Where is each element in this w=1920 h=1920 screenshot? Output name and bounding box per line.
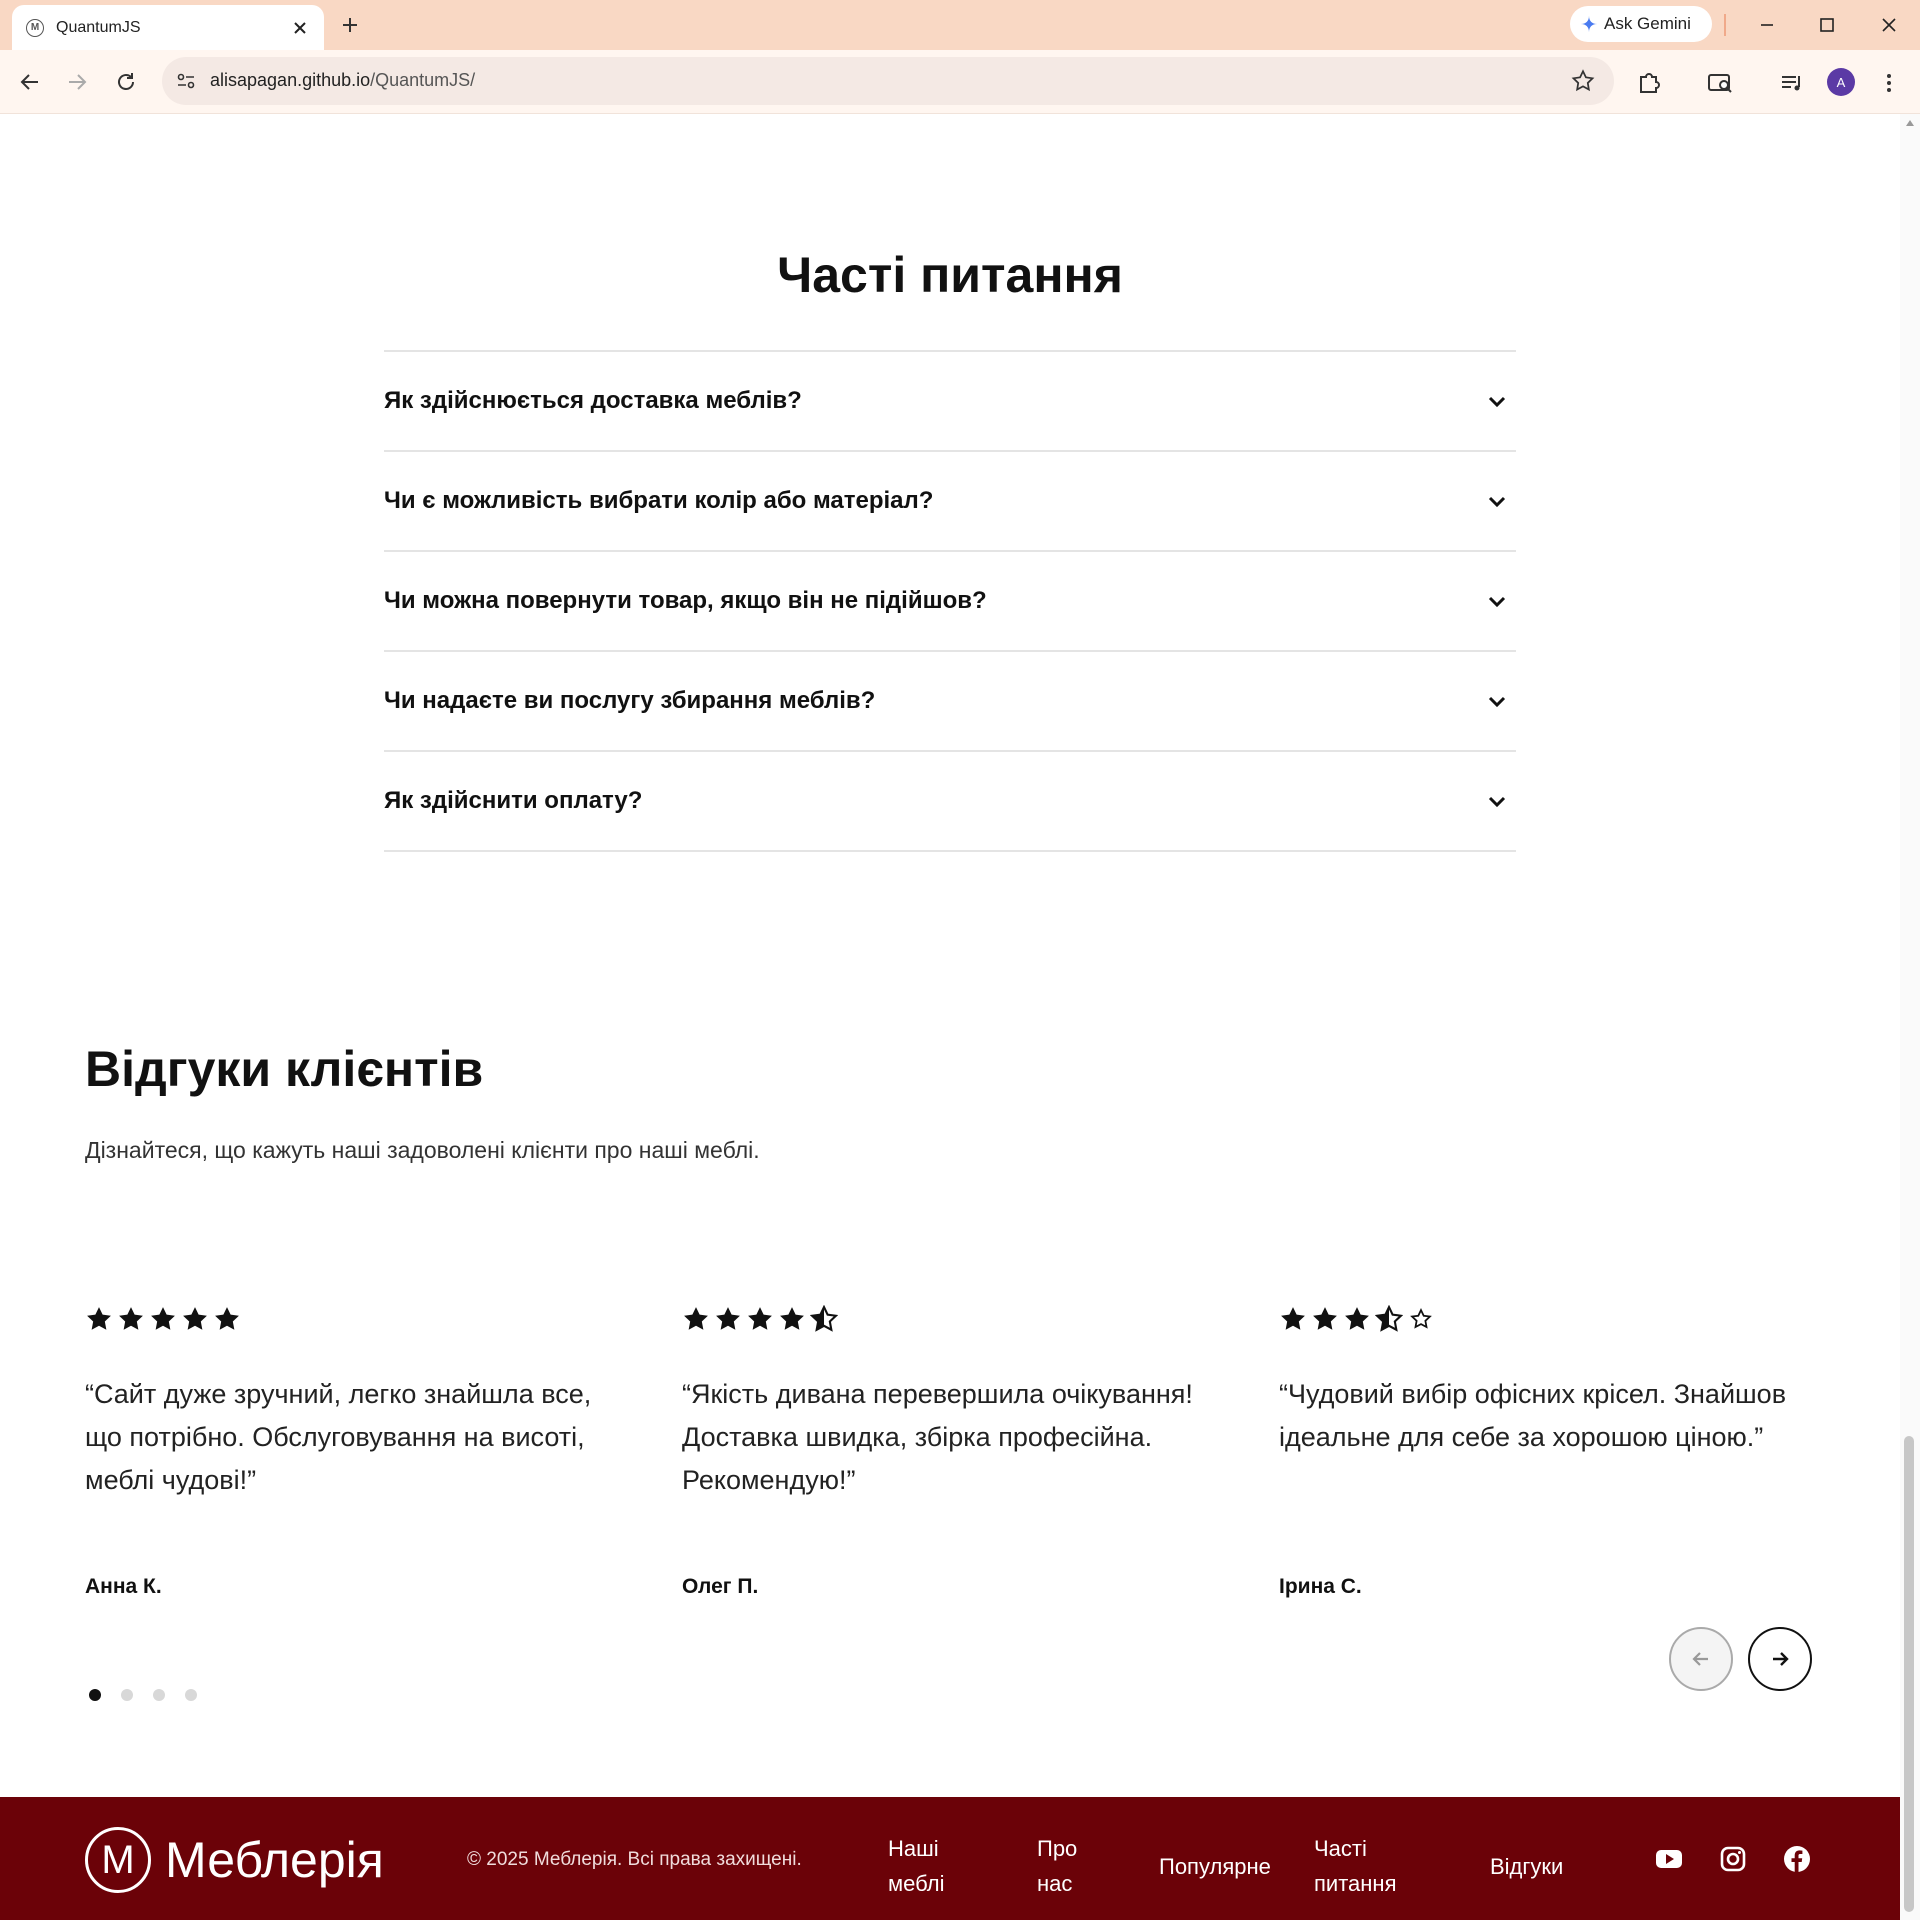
review-quote: “Сайт дуже зручний, легко знайшла все, щ… — [85, 1379, 592, 1495]
footer-nav-faq[interactable]: Часті питання — [1314, 1831, 1404, 1901]
faq-title: Часті питання — [777, 247, 1123, 303]
star-full-icon — [119, 1307, 143, 1330]
pagination-dot[interactable] — [89, 1689, 101, 1701]
faq-item[interactable]: Чи можна повернути товар, якщо він не пі… — [384, 552, 1516, 652]
faq-item[interactable]: Як здійснити оплату? — [384, 752, 1516, 852]
scrollbar-thumb[interactable] — [1904, 1436, 1914, 1912]
reviews-title: Відгуки клієнтів — [85, 1041, 484, 1097]
review-author: Ірина С. — [1279, 1575, 1362, 1598]
review-author: Анна К. — [85, 1575, 162, 1598]
tab-title: QuantumJS — [56, 18, 141, 36]
star-full-icon — [151, 1307, 175, 1330]
star-empty-icon — [1410, 1308, 1432, 1329]
youtube-icon[interactable] — [1654, 1844, 1684, 1874]
gemini-sparkle-icon — [1580, 15, 1598, 33]
url-text: alisapagan.github.io/QuantumJS/ — [210, 70, 475, 91]
faq-question: Як здійснюється доставка меблів? — [384, 387, 802, 414]
review-card: “Чудовий вибір офісних крісел. Знайшов і… — [1279, 1305, 1799, 1598]
footer-nav-about[interactable]: Про нас — [1037, 1831, 1097, 1901]
faq-question: Чи надаєте ви послугу збирання меблів? — [384, 687, 876, 714]
star-rating — [682, 1305, 1202, 1337]
star-half-icon — [810, 1305, 838, 1332]
footer-nav-our-furniture[interactable]: Наші меблі — [888, 1831, 968, 1901]
browser-toolbar: alisapagan.github.io/QuantumJS/ — [0, 50, 1920, 114]
reviews-subtitle: Дізнайтеся, що кажуть наші задоволені кл… — [85, 1137, 760, 1163]
footer-nav-popular[interactable]: Популярне — [1159, 1849, 1271, 1884]
reload-icon[interactable] — [113, 69, 139, 95]
star-rating — [85, 1305, 605, 1337]
pagination-dot[interactable] — [153, 1689, 165, 1701]
address-bar[interactable]: alisapagan.github.io/QuantumJS/ — [162, 57, 1614, 105]
bookmark-star-icon[interactable] — [1570, 68, 1596, 94]
faq-item[interactable]: Чи надаєте ви послугу збирання меблів? — [384, 652, 1516, 752]
chevron-down-icon — [1488, 496, 1506, 508]
star-half-icon — [1375, 1305, 1403, 1332]
star-full-icon — [183, 1307, 207, 1330]
more-menu-icon[interactable] — [1875, 69, 1903, 97]
chevron-down-icon — [1488, 796, 1506, 808]
logo-text: Меблерія — [165, 1832, 384, 1888]
close-window-icon[interactable] — [1876, 12, 1902, 38]
star-rating — [1279, 1305, 1799, 1337]
ask-gemini-label: Ask Gemini — [1604, 14, 1691, 33]
pagination-dot[interactable] — [185, 1689, 197, 1701]
review-quote: “Якість дивана перевершила очікування! Д… — [682, 1379, 1193, 1495]
carousel-next-button[interactable] — [1748, 1627, 1812, 1691]
media-controls-icon[interactable] — [1778, 69, 1806, 97]
star-full-icon — [716, 1307, 740, 1330]
facebook-icon[interactable] — [1782, 1844, 1812, 1874]
logo-mark-icon: M — [85, 1827, 151, 1893]
back-icon[interactable] — [17, 69, 43, 95]
maximize-icon[interactable] — [1814, 12, 1840, 38]
star-full-icon — [87, 1307, 111, 1330]
chevron-down-icon — [1488, 396, 1506, 408]
faq-accordion: Як здійснюється доставка меблів? Чи є мо… — [384, 350, 1516, 852]
footer-logo[interactable]: M Меблерія — [85, 1827, 384, 1893]
extensions-icon[interactable] — [1635, 69, 1663, 97]
review-quote: “Чудовий вибір офісних крісел. Знайшов і… — [1279, 1379, 1787, 1452]
review-card: “Якість дивана перевершила очікування! Д… — [682, 1305, 1202, 1598]
arrow-right-icon — [1773, 1652, 1789, 1666]
star-full-icon — [748, 1307, 772, 1330]
url-path: /QuantumJS/ — [370, 70, 476, 90]
favicon-icon: M — [26, 18, 44, 37]
faq-item[interactable]: Чи є можливість вибрати колір або матері… — [384, 452, 1516, 552]
browser-tab-bar: M QuantumJS Ask Gemini — [0, 0, 1920, 50]
faq-question: Чи можна повернути товар, якщо він не пі… — [384, 587, 987, 614]
chevron-down-icon — [1488, 696, 1506, 708]
star-full-icon — [1345, 1307, 1369, 1330]
new-tab-icon[interactable] — [338, 13, 362, 37]
star-full-icon — [1281, 1307, 1305, 1330]
faq-question: Як здійснити оплату? — [384, 787, 643, 814]
star-full-icon — [215, 1307, 239, 1330]
chevron-down-icon — [1488, 596, 1506, 608]
site-info-icon[interactable] — [174, 69, 198, 93]
review-card: “Сайт дуже зручний, легко знайшла все, щ… — [85, 1305, 605, 1598]
copyright-text: © 2025 Меблерія. Всі права захищені. — [467, 1849, 802, 1870]
star-full-icon — [1313, 1307, 1337, 1330]
pagination-dot[interactable] — [121, 1689, 133, 1701]
arrow-left-icon — [1692, 1652, 1708, 1666]
minimize-icon[interactable] — [1754, 12, 1780, 38]
site-footer: M Меблерія © 2025 Меблерія. Всі права за… — [0, 1797, 1900, 1920]
star-full-icon — [780, 1307, 804, 1330]
star-full-icon — [684, 1307, 708, 1330]
scroll-up-arrow-icon[interactable] — [1905, 118, 1915, 128]
cast-search-icon[interactable] — [1706, 69, 1734, 97]
review-author: Олег П. — [682, 1575, 759, 1598]
profile-avatar[interactable]: A — [1827, 68, 1855, 96]
carousel-pagination — [89, 1689, 197, 1701]
footer-nav-reviews[interactable]: Відгуки — [1490, 1849, 1563, 1884]
faq-question: Чи є можливість вибрати колір або матері… — [384, 487, 934, 514]
close-tab-icon[interactable] — [290, 18, 310, 38]
divider — [1724, 14, 1726, 36]
browser-tab[interactable]: M QuantumJS — [12, 5, 324, 50]
instagram-icon[interactable] — [1718, 1844, 1748, 1874]
ask-gemini-button[interactable]: Ask Gemini — [1570, 6, 1712, 42]
carousel-prev-button[interactable] — [1669, 1627, 1733, 1691]
forward-icon[interactable] — [64, 69, 90, 95]
faq-item[interactable]: Як здійснюється доставка меблів? — [384, 352, 1516, 452]
url-host: alisapagan.github.io — [210, 70, 371, 90]
